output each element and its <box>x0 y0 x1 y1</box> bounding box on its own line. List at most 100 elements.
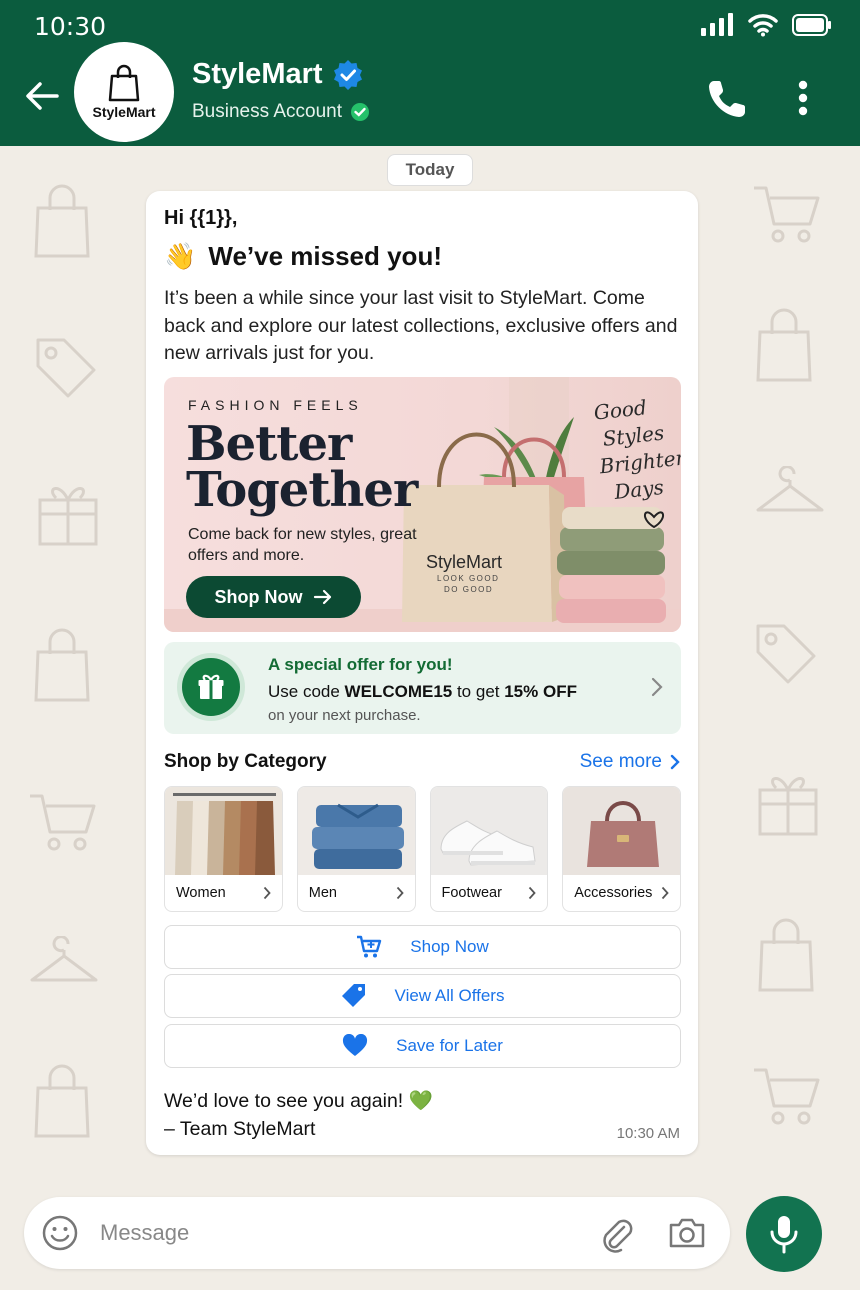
banner-button-label: Shop Now <box>214 586 303 607</box>
offer-line-prefix: Use code <box>268 682 345 701</box>
offer-card[interactable]: A special offer for you! Use code WELCOM… <box>164 642 681 734</box>
view-all-offers-button[interactable]: View All Offers <box>164 974 681 1018</box>
category-accessories-label: Accessories <box>574 885 653 901</box>
business-subtitle-row: Business Account <box>192 101 370 123</box>
shopping-bag-icon <box>108 64 140 102</box>
business-subtitle: Business Account <box>192 101 342 122</box>
banner-script: Good Styles Brighter Days <box>593 391 681 507</box>
avatar[interactable]: StyleMart <box>74 42 174 142</box>
chevron-right-icon <box>529 886 536 900</box>
more-vertical-icon <box>798 80 808 116</box>
chevron-right-icon <box>661 886 669 900</box>
status-icons <box>700 13 832 37</box>
category-women-label: Women <box>176 885 226 901</box>
women-clothing-image <box>165 787 282 875</box>
arrow-right-icon <box>313 589 331 605</box>
status-time: 10:30 <box>34 12 107 41</box>
chevron-right-icon <box>396 886 404 900</box>
bag-tagline-1: LOOK GOOD <box>437 574 500 583</box>
men-clothing-image <box>297 787 415 875</box>
voice-message-button[interactable] <box>746 1196 822 1272</box>
offer-title: A special offer for you! <box>268 655 453 674</box>
voice-call-button[interactable] <box>706 78 748 125</box>
wallpaper-gift-icon <box>38 487 98 546</box>
wallpaper-bag-icon-2 <box>34 628 90 702</box>
more-options-button[interactable] <box>796 80 810 121</box>
offer-note: on your next purchase. <box>268 707 421 724</box>
chevron-right-icon <box>670 754 680 770</box>
promo-banner[interactable]: FASHION FEELS Better Together Come back … <box>164 377 681 632</box>
tag-icon <box>341 983 367 1009</box>
arrow-left-icon <box>26 82 59 110</box>
banner-subtitle: Come back for new styles, great offers a… <box>188 526 417 564</box>
wallpaper-hanger-icon-2 <box>756 466 824 512</box>
message-greeting: Hi {{1}}, <box>164 207 238 229</box>
see-more-label: See more <box>579 751 662 772</box>
message-bubble: Hi {{1}}, 👋 We’ve missed you! It’s been … <box>146 191 698 1155</box>
category-accessories[interactable]: Accessories <box>562 786 681 912</box>
banner-shop-now-button[interactable]: Shop Now <box>186 576 361 618</box>
chevron-right-icon <box>651 677 663 697</box>
category-label: Accessories <box>563 875 680 911</box>
business-name: StyleMart <box>192 58 323 90</box>
message-composer: Message <box>24 1197 730 1269</box>
heart-icon <box>342 1034 368 1058</box>
business-name-row: StyleMart <box>192 58 370 91</box>
chat-header: 10:30 StyleMart StyleMart Business Accou… <box>0 0 860 146</box>
message-headline: 👋 We’ve missed you! <box>164 241 442 272</box>
battery-icon <box>792 14 831 36</box>
wallpaper-bag-icon <box>34 184 90 258</box>
wallpaper-hanger-icon <box>30 936 98 982</box>
category-footwear[interactable]: Footwear <box>429 786 549 912</box>
camera-icon[interactable] <box>668 1217 706 1249</box>
shop-now-button[interactable]: Shop Now <box>164 925 681 969</box>
cart-icon <box>356 935 382 959</box>
category-women[interactable]: Women <box>164 786 283 912</box>
waving-hand-icon: 👋 <box>164 241 197 271</box>
wallpaper-cart-icon-3 <box>754 1068 820 1125</box>
message-signoff: We’d love to see you again! 💚 – Team Sty… <box>164 1087 433 1143</box>
category-heading: Shop by Category <box>164 751 327 772</box>
avatar-logo-text: StyleMart <box>92 104 156 120</box>
category-label: Men <box>298 875 415 911</box>
bag-tagline-2: DO GOOD <box>444 585 494 594</box>
save-for-later-button[interactable]: Save for Later <box>164 1024 681 1068</box>
wallpaper-cart-icon <box>30 794 96 851</box>
attachment-icon[interactable] <box>598 1215 636 1253</box>
wallpaper-tag-icon <box>36 338 96 398</box>
handbag-image <box>563 787 681 875</box>
phone-icon <box>709 81 745 117</box>
signal-icon <box>701 13 733 36</box>
gift-icon <box>182 658 240 716</box>
check-circle-icon <box>350 103 369 121</box>
wallpaper-gift-icon-2 <box>758 777 818 836</box>
headline-text: We’ve missed you! <box>208 241 442 271</box>
signoff-text: We’d love to see you again! <box>164 1090 404 1112</box>
category-men[interactable]: Men <box>296 786 416 912</box>
contact-info[interactable]: StyleMart Business Account <box>192 58 370 123</box>
shop-now-label: Shop Now <box>410 937 489 956</box>
offer-line-mid: to get <box>452 682 505 701</box>
date-divider: Today <box>387 154 473 186</box>
offer-discount: 15% OFF <box>504 682 577 701</box>
message-input[interactable]: Message <box>100 1220 189 1246</box>
category-label: Women <box>165 875 282 911</box>
back-button[interactable] <box>24 78 60 119</box>
category-men-label: Men <box>308 885 337 901</box>
category-label: Footwear <box>431 875 548 911</box>
banner-title-line-2: Together <box>186 462 418 518</box>
verified-badge-icon <box>333 59 362 90</box>
wallpaper-bag-icon-3 <box>34 1064 90 1138</box>
green-heart-icon: 💚 <box>408 1090 433 1112</box>
see-more-link[interactable]: See more <box>580 751 680 773</box>
category-list: Women Men Footwear Accessories <box>164 786 681 912</box>
banner-title-line-1: Better <box>186 416 352 472</box>
chevron-right-icon <box>263 886 271 900</box>
wallpaper-cart-icon-2 <box>754 186 820 243</box>
view-all-offers-label: View All Offers <box>394 986 505 1005</box>
category-footwear-label: Footwear <box>441 885 502 901</box>
banner-kicker: FASHION FEELS <box>188 397 363 413</box>
wallpaper-bag-icon-4 <box>756 308 812 382</box>
message-body: It’s been a while since your last visit … <box>164 287 678 364</box>
emoji-icon[interactable] <box>42 1215 78 1251</box>
